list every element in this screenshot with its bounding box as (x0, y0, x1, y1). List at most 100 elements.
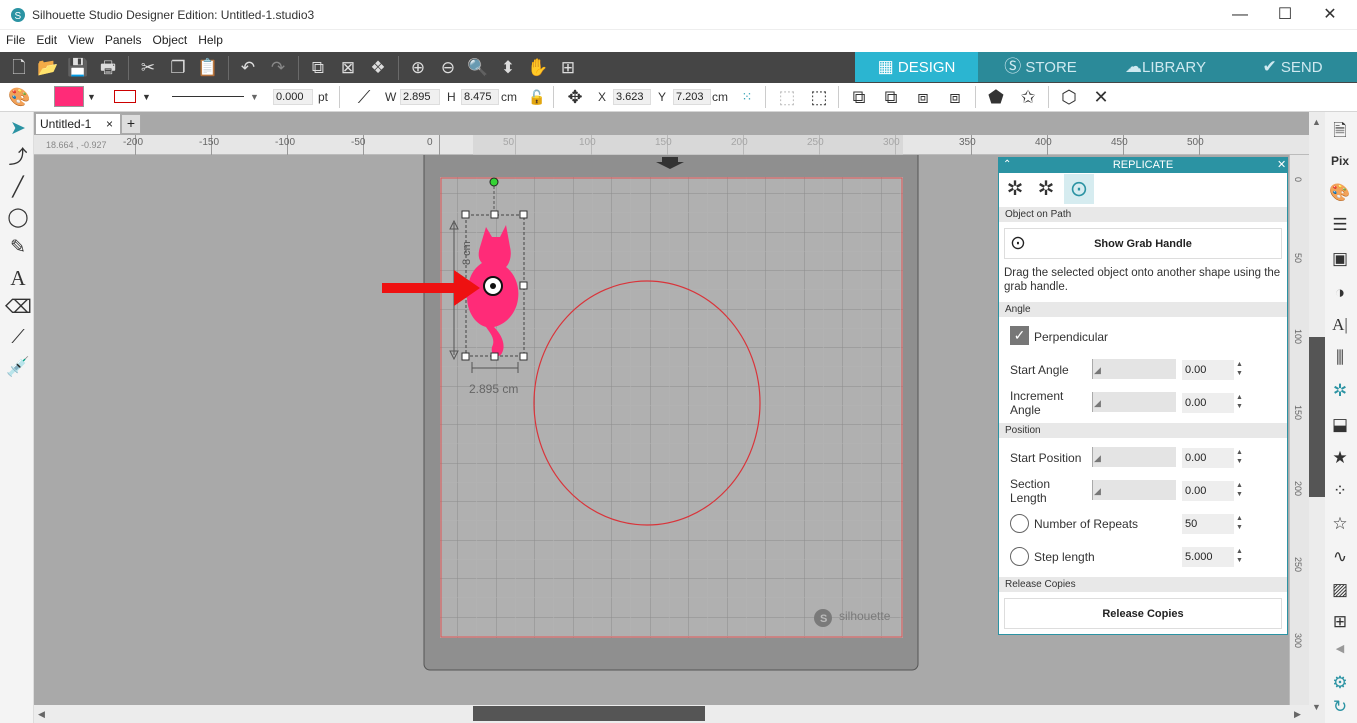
section-length-spinner[interactable]: ▲ ▼ (1236, 481, 1244, 499)
close-icon[interactable]: ✕ (1090, 86, 1112, 108)
undo-icon[interactable]: ↶ (236, 56, 260, 80)
chevron-down-icon[interactable]: ▼ (250, 86, 259, 108)
pencil-icon[interactable]: ✎ (5, 235, 31, 261)
3d-box-icon[interactable]: ⬡ (1058, 86, 1080, 108)
paste-icon[interactable]: 📋 (196, 56, 220, 80)
tab-store[interactable]: Ⓢ STORE (978, 52, 1103, 82)
print-icon[interactable]: 🖶 (96, 56, 120, 80)
x-position-input[interactable]: 3.623 (613, 89, 651, 105)
zoom-selection-icon[interactable]: 🔍 (466, 56, 490, 80)
align-tools-icon[interactable]: ⫼ (1327, 345, 1353, 371)
start-angle-input[interactable]: 0.00 (1182, 360, 1234, 380)
close-window-button[interactable]: ✕ (1320, 5, 1340, 25)
redo-icon[interactable]: ↷ (266, 56, 290, 80)
y-position-input[interactable]: 7.203 (673, 89, 711, 105)
menu-view[interactable]: View (62, 30, 99, 47)
sync-icon[interactable]: ↻ (1327, 694, 1353, 720)
center-icon[interactable]: ⬚ (776, 86, 798, 108)
fill-palette-icon[interactable]: 🎨 (1327, 180, 1353, 206)
start-angle-slider[interactable]: ◢ (1092, 359, 1176, 379)
rotate-handle[interactable] (489, 177, 499, 187)
menu-help[interactable]: Help (192, 30, 228, 47)
modify-icon[interactable]: ⬓ (1327, 412, 1353, 438)
release-copies-button[interactable]: Release Copies (1004, 598, 1282, 629)
library-star-icon[interactable]: ☆ (1327, 511, 1353, 537)
start-position-input[interactable]: 0.00 (1182, 448, 1234, 468)
step-length-spinner[interactable]: ▲ ▼ (1236, 547, 1244, 565)
ungroup-icon[interactable]: ⊠ (336, 56, 360, 80)
tab-send[interactable]: ✔ SEND (1228, 52, 1357, 82)
group-icon[interactable]: ⧉ (306, 56, 330, 80)
step-length-input[interactable]: 5.000 (1182, 547, 1234, 567)
menu-edit[interactable]: Edit (30, 30, 62, 47)
mirror-tab-icon[interactable]: ✲ (1033, 176, 1059, 202)
ellipse-tool-icon[interactable]: ◯ (5, 205, 31, 231)
line-color-swatch[interactable] (114, 90, 136, 103)
bring-forward-icon[interactable]: ⧉ (848, 86, 870, 108)
show-grab-handle-button[interactable]: ⊙ Show Grab Handle (1004, 228, 1282, 259)
increment-angle-spinner[interactable]: ▲ ▼ (1236, 393, 1244, 411)
increment-angle-input[interactable]: 0.00 (1182, 393, 1234, 413)
send-to-back-icon[interactable]: ⧈ (944, 86, 966, 108)
text-style-icon[interactable]: A| (1327, 312, 1353, 338)
section-length-slider[interactable]: ◢ (1092, 480, 1176, 500)
zoom-in-icon[interactable]: ⊕ (406, 56, 430, 80)
new-document-icon[interactable]: 🗋 (7, 56, 31, 80)
line-tool-icon[interactable]: ╱ (5, 175, 31, 201)
copy-icon[interactable]: ❐ (166, 56, 190, 80)
fit-view-icon[interactable]: ⊞ (556, 56, 580, 80)
settings-gear-icon[interactable]: ⚙ (1327, 670, 1353, 696)
select-by-color-icon[interactable]: ❖ (366, 56, 390, 80)
point-edit-icon[interactable]: ⤴ (5, 145, 31, 171)
line-style-preview[interactable] (172, 96, 244, 97)
trace-icon[interactable]: ▣ (1327, 246, 1353, 272)
contrast-icon[interactable]: ◑ (1327, 280, 1353, 306)
tab-design[interactable]: ▦ DESIGN (855, 52, 978, 82)
width-input[interactable]: 2.895 (400, 89, 440, 105)
pan-hand-icon[interactable]: ✋ (526, 56, 550, 80)
scroll-right-icon[interactable]: ▶ (1294, 709, 1301, 720)
step-length-radio[interactable] (1010, 547, 1029, 566)
send-backward-icon[interactable]: ⧉ (880, 86, 902, 108)
star-shape-icon[interactable]: ✩ (1017, 86, 1039, 108)
scroll-left-icon[interactable]: ◀ (38, 709, 45, 720)
eyedropper-icon[interactable]: 💉 (5, 355, 31, 381)
fill-color-swatch[interactable] (54, 86, 84, 107)
close-tab-icon[interactable]: × (106, 114, 113, 134)
palette-icon[interactable]: 🎨 (8, 86, 30, 108)
hatch-icon[interactable]: ▨ (1327, 577, 1353, 603)
section-length-input[interactable]: 0.00 (1182, 481, 1234, 501)
vertical-scroll-thumb[interactable] (1309, 337, 1325, 497)
save-icon[interactable]: 💾 (66, 56, 90, 80)
menu-panels[interactable]: Panels (99, 30, 147, 47)
number-of-repeats-spinner[interactable]: ▲ ▼ (1236, 514, 1244, 532)
knife-icon[interactable]: ⟋ (5, 325, 31, 351)
scroll-up-icon[interactable]: ▲ (1312, 117, 1321, 127)
perpendicular-checkbox[interactable]: ✓ (1010, 326, 1029, 345)
lock-icon[interactable]: 🔓 (526, 86, 548, 108)
maximize-button[interactable]: ☐ (1275, 5, 1295, 25)
start-angle-spinner[interactable]: ▲ ▼ (1236, 360, 1244, 378)
object-on-path-tab-icon[interactable]: ⊙ (1064, 174, 1094, 204)
start-position-spinner[interactable]: ▲ ▼ (1236, 448, 1244, 466)
select-arrow-icon[interactable]: ➤ (5, 116, 31, 142)
close-panel-icon[interactable]: ✕ (1277, 157, 1286, 173)
chevron-down-icon[interactable]: ▼ (142, 86, 151, 108)
chevron-down-icon[interactable]: ▼ (87, 86, 96, 108)
rhinestone-icon[interactable]: ⁘ (1327, 478, 1353, 504)
document-tab[interactable]: Untitled-1 × (35, 113, 121, 135)
line-style-icon[interactable]: ☰ (1327, 212, 1353, 238)
scroll-down-icon[interactable]: ▼ (1312, 702, 1321, 712)
line-width-input[interactable]: 0.000 (273, 89, 313, 105)
bring-to-front-icon[interactable]: ⧈ (912, 86, 934, 108)
weld-icon[interactable]: ⬟ (985, 86, 1007, 108)
minimize-button[interactable]: — (1230, 5, 1250, 25)
warp-icon[interactable]: ⊞ (1327, 609, 1353, 635)
menu-file[interactable]: File (0, 30, 30, 47)
replicate-tab-icon[interactable]: ✲ (1002, 176, 1028, 202)
anchor-grid-icon[interactable]: ⁙ (736, 86, 758, 108)
number-of-repeats-input[interactable]: 50 (1182, 514, 1234, 534)
cut-icon[interactable]: ✂ (136, 56, 160, 80)
start-position-slider[interactable]: ◢ (1092, 447, 1176, 467)
number-of-repeats-radio[interactable] (1010, 514, 1029, 533)
